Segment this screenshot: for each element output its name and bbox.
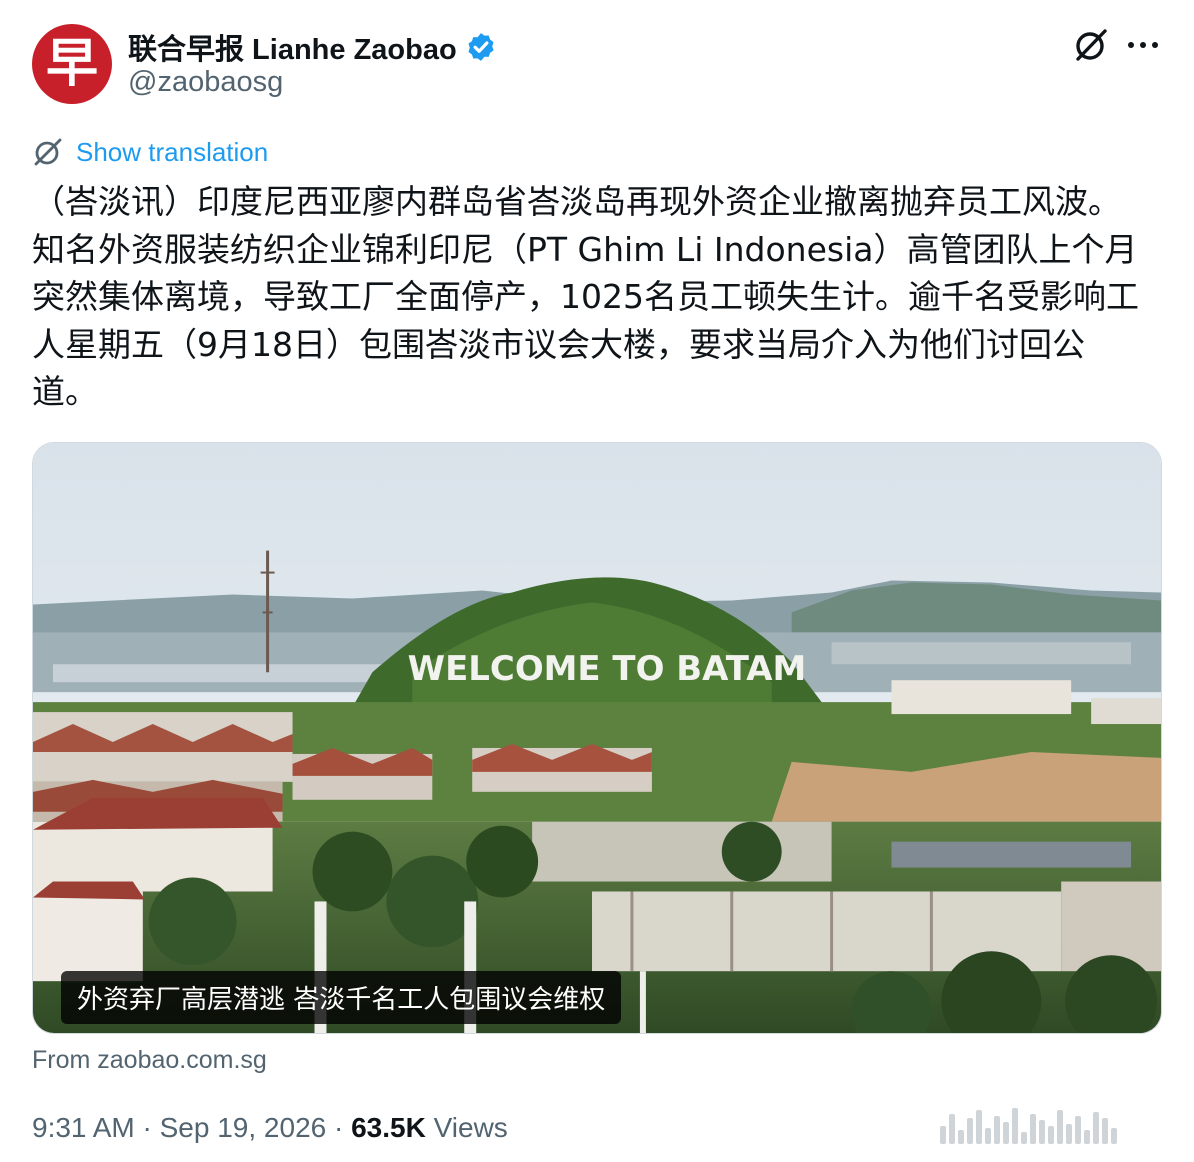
account-handle[interactable]: @zaobaosg bbox=[128, 66, 283, 99]
source-link[interactable]: From zaobao.com.sg bbox=[32, 1046, 267, 1075]
grok-slash-circle-icon bbox=[1076, 29, 1107, 61]
display-name[interactable]: 联合早报 Lianhe Zaobao bbox=[128, 26, 457, 68]
meta-separator: · bbox=[326, 1112, 352, 1143]
avatar-logo-glyph: 早 bbox=[45, 34, 98, 94]
media-card[interactable]: WELCOME TO BATAM 外资弃厂高层潜逃 峇淡千名工人包围议会维权 bbox=[32, 442, 1162, 1034]
show-translation-link[interactable]: Show translation bbox=[32, 136, 268, 168]
more-options-button[interactable] bbox=[1120, 22, 1166, 68]
tweet-text: （峇淡讯）印度尼西亚廖内群岛省峇淡岛再现外资企业撤离抛弃员工风波。 知名外资服装… bbox=[32, 178, 1172, 416]
meta-separator: · bbox=[134, 1112, 160, 1143]
watermark-bars bbox=[940, 1104, 1170, 1144]
tweet-line: 人星期五（9月18日）包围峇淡市议会大楼，要求当局介入为他们讨回公 bbox=[32, 324, 1085, 364]
views-count[interactable]: 63.5K bbox=[351, 1112, 426, 1143]
account-name-row[interactable]: 联合早报 Lianhe Zaobao bbox=[128, 26, 497, 68]
tweet-date[interactable]: Sep 19, 2026 bbox=[160, 1112, 327, 1143]
tweet-meta: 9:31 AM · Sep 19, 2026 · 63.5K Views bbox=[32, 1112, 508, 1144]
welcome-sign-text: WELCOME TO BATAM bbox=[408, 649, 807, 688]
more-horizontal-icon bbox=[1128, 42, 1158, 48]
batam-photo: WELCOME TO BATAM bbox=[33, 443, 1161, 1033]
tweet-time[interactable]: 9:31 AM bbox=[32, 1112, 135, 1143]
tweet-line: 知名外资服装纺织企业锦利印尼（PT Ghim Li Indonesia）高管团队… bbox=[32, 229, 1138, 269]
verified-badge-icon bbox=[468, 33, 494, 61]
grok-translate-icon bbox=[34, 138, 62, 166]
media-caption: 外资弃厂高层潜逃 峇淡千名工人包围议会维权 bbox=[61, 971, 622, 1024]
tweet-line: 突然集体离境，导致工厂全面停产，1025名员工顿失生计。逾千名受影响工 bbox=[32, 277, 1139, 316]
views-label: Views bbox=[433, 1112, 508, 1143]
show-translation-label: Show translation bbox=[76, 136, 269, 167]
tweet-line: 道。 bbox=[32, 372, 98, 411]
avatar[interactable]: 早 bbox=[32, 24, 112, 104]
tweet-line: （峇淡讯）印度尼西亚廖内群岛省峇淡岛再现外资企业撤离抛弃员工风波。 bbox=[32, 182, 1121, 221]
grok-button[interactable] bbox=[1068, 22, 1114, 68]
